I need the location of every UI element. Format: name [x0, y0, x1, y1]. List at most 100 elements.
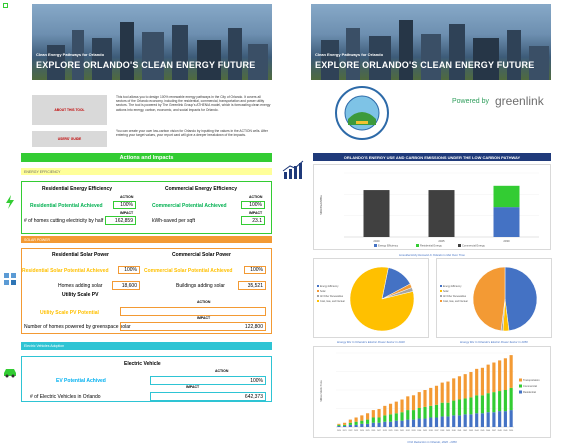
- bar-transportation: [366, 413, 370, 420]
- bar-transportation: [383, 405, 387, 416]
- bar-residential: [360, 423, 364, 427]
- bar-transportation: [480, 367, 484, 396]
- legend-label: Energy Efficiency: [320, 285, 339, 288]
- bar-commercial: [371, 417, 375, 423]
- legend-swatch: [440, 295, 442, 297]
- x-tick-label: 2026: [371, 430, 375, 432]
- solar-section-bar: SOLAR POWER: [21, 236, 272, 243]
- bar-residential: [348, 424, 352, 427]
- bar-commercial: [480, 395, 484, 414]
- bar-energy-efficiency: [493, 207, 520, 237]
- greenlink-logo: greenlink: [495, 94, 544, 108]
- chart-trend-icon: [282, 160, 304, 179]
- bar-commercial: [406, 410, 410, 420]
- ev-potential-input[interactable]: 100%: [150, 376, 266, 385]
- pie-slice-coal-gas-and-nuclear: [472, 266, 506, 332]
- bar-residential: [429, 417, 433, 427]
- hero-image-left: Clean Energy Pathways for Orlando EXPLOR…: [32, 4, 272, 80]
- solar-com-potential-input[interactable]: 100%: [244, 266, 266, 274]
- bar-residential: [434, 417, 439, 427]
- bar-transportation: [388, 403, 393, 415]
- bar-transportation: [446, 381, 450, 403]
- x-tick-label: 2025: [366, 430, 370, 432]
- pie2-caption: Energy Mix In Orlando's Electric Power S…: [460, 340, 528, 344]
- legend-label: Coal, Gas, and Nuclear: [320, 300, 345, 303]
- ee-com-potential-label: Commercial Potential Achieved: [152, 203, 227, 209]
- ee-action-label-2: ACTION: [249, 195, 263, 199]
- bar-residential: [469, 414, 473, 427]
- co2-title: CO2 Reduction in Orlando, 2020 - 2050: [407, 440, 457, 444]
- bar-commercial: [348, 422, 352, 425]
- solar-res-potential-input[interactable]: 100%: [118, 266, 140, 274]
- bar-transportation: [486, 364, 490, 394]
- bar-residential: [503, 411, 507, 427]
- x-tick-label: 2024: [360, 430, 364, 432]
- solar-com-impact-value: 35,521: [238, 281, 266, 290]
- bar-residential: [366, 423, 370, 427]
- ee-com-potential-input[interactable]: 100%: [241, 201, 265, 209]
- ee-com-impact-label: kWh-saved per sqft: [152, 218, 196, 224]
- x-tick-label: 2039: [446, 430, 450, 432]
- bar-commercial: [400, 412, 404, 421]
- y-axis-label: MWh/Btu/MMBtu: [319, 195, 323, 215]
- solar-panel-icon: [4, 273, 16, 285]
- utility-pv-title: Utility Scale PV: [62, 292, 99, 298]
- actions-title: Actions and Impacts: [21, 153, 272, 162]
- x-tick-label: 2034: [417, 430, 421, 432]
- about-label: ABOUT THIS TOOL: [32, 95, 107, 125]
- utility-potential-input[interactable]: [120, 307, 266, 316]
- bar-transportation: [343, 422, 347, 425]
- legend-label: Residential Energy: [420, 244, 442, 248]
- x-tick-label: 2036: [429, 430, 433, 432]
- car-icon: [4, 369, 16, 378]
- utility-potential-label: Utility Scale PV Potential: [40, 310, 99, 316]
- solar-com-potential-label: Commercial Solar Potential Achieved: [144, 268, 233, 274]
- legend-swatch: [519, 390, 522, 394]
- bar-transportation: [429, 387, 433, 406]
- bar-residential: [411, 419, 416, 427]
- pie-chart-2050-svg: Energy Efficiency Solar All Other Renewabl…: [440, 266, 538, 332]
- x-tick-label: 2027: [377, 430, 381, 432]
- bar-residential: [388, 421, 393, 427]
- bar-commercial: [360, 420, 364, 424]
- bar-transportation: [360, 415, 364, 421]
- x-tick-label: 2029: [389, 430, 393, 432]
- x-tick-label: 2028: [383, 430, 387, 432]
- solar-res-potential-label: Residential Solar Potential Achieved: [22, 268, 109, 274]
- bar-commercial: [440, 402, 444, 417]
- legend-label: All Other Renewables: [443, 295, 467, 298]
- bar-transportation: [377, 409, 381, 418]
- bar-transportation: [452, 378, 456, 401]
- powered-by-label: Powered by: [452, 98, 489, 105]
- bar-residential: [492, 412, 496, 427]
- bar-residential: [446, 416, 450, 427]
- bar-residential: [371, 422, 375, 427]
- hero-small-title: Clean Energy Pathways for Orlando: [36, 52, 105, 57]
- bar-transportation: [423, 390, 427, 407]
- x-tick-label: 2031: [400, 430, 404, 432]
- legend-swatch: [317, 290, 319, 292]
- x-tick-label: 2040: [452, 430, 456, 432]
- x-tick-label: 2042: [463, 430, 467, 432]
- lightning-plug-icon: [6, 195, 14, 209]
- bar-commercial: [475, 395, 479, 414]
- bar-transportation: [337, 423, 341, 425]
- ee-res-title: Residential Energy Efficiency: [42, 186, 113, 192]
- pie1-caption: Energy Mix In Orlando's Electric Power S…: [337, 340, 405, 344]
- x-tick-label: 2046: [486, 430, 490, 432]
- bar-residential: [486, 412, 490, 427]
- co2-bar-chart-svg: Million Metric Tons2020 2021 2022 2023 2024 2…: [319, 352, 540, 432]
- ee-action-label: ACTION: [120, 195, 134, 199]
- x-tick-label: 2049: [503, 430, 507, 432]
- corner-icon: [3, 3, 8, 8]
- x-tick-label: 2037: [434, 430, 438, 432]
- bar-transportation: [503, 358, 507, 390]
- ee-res-potential-input[interactable]: 100%: [113, 201, 136, 209]
- legend-label: Residential: [523, 390, 536, 394]
- bar-commercial: [377, 417, 381, 423]
- ev-impact-label: IMPACT: [186, 385, 200, 389]
- bar-transportation: [348, 419, 352, 423]
- bar-commercial: [452, 400, 456, 416]
- bar-residential: [406, 419, 410, 427]
- ev-action-label: ACTION: [215, 369, 229, 373]
